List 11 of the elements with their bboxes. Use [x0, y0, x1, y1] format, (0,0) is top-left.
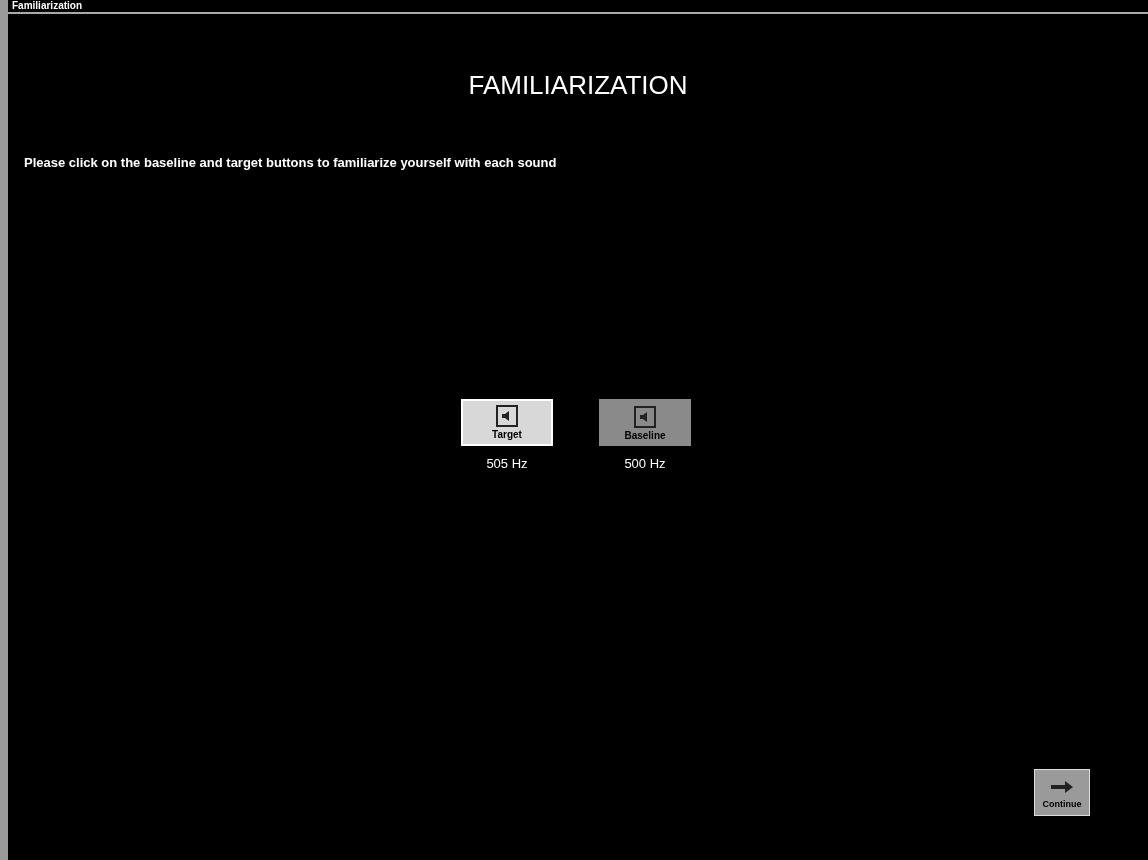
sound-button[interactable]: Target: [461, 398, 553, 446]
page-heading: FAMILIARIZATION: [468, 72, 688, 98]
continue-button[interactable]: Continue: [1034, 769, 1090, 816]
sound-button[interactable]: Baseline: [599, 398, 691, 446]
instruction-text: Please click on the baseline and target buttons to familiarize yourself with each sound: [24, 154, 558, 172]
speaker-icon: [496, 404, 518, 427]
frequency-label: 505 Hz: [486, 454, 528, 473]
window-title: Familiarization: [12, 1, 82, 11]
speaker-icon: [634, 405, 656, 428]
arrow-icon: [1050, 779, 1074, 794]
frequency-label: 500 Hz: [624, 454, 666, 473]
